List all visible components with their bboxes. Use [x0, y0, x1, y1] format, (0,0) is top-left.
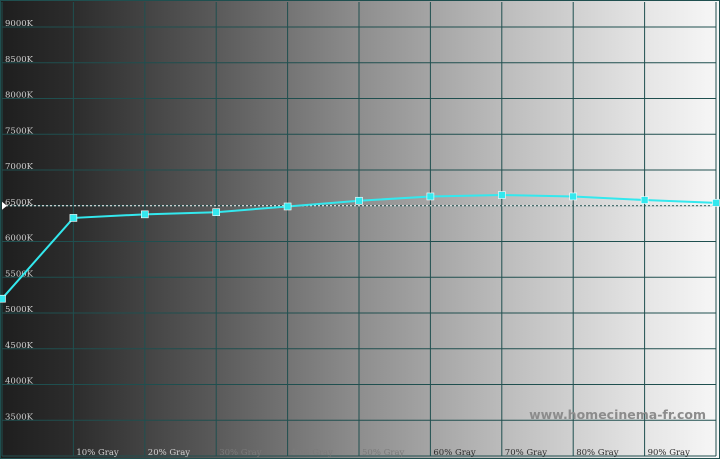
data-point: [355, 196, 363, 205]
y-tick-label: 5000K: [5, 305, 34, 315]
y-tick-label: 7000K: [5, 162, 34, 172]
y-tick-label: 7500K: [5, 126, 34, 136]
x-tick-label: 80% Gray: [576, 448, 619, 458]
y-tick-label: 9000K: [5, 19, 34, 29]
x-tick-labels: 10% Gray 20% Gray 30% Gray 40% Gray 50% Gray…: [76, 448, 690, 458]
data-point: [497, 191, 506, 199]
data-point: [569, 192, 578, 201]
plot-background: [0, 0, 720, 459]
y-tick-label: 3500K: [5, 412, 34, 422]
x-tick-label: 60% Gray: [433, 448, 476, 458]
x-tick-label: 50% Gray: [362, 448, 405, 458]
y-tick-label: 4000K: [5, 377, 34, 387]
data-point: [212, 208, 220, 216]
chart-svg: 9000K8500K8000K7500K7000K6500K6000K5500K…: [0, 0, 720, 459]
data-point: [0, 294, 6, 303]
data-point: [69, 214, 78, 222]
y-tick-label: 8000K: [5, 91, 34, 101]
y-tick-label: 8500K: [5, 55, 34, 65]
y-tick-label: 6000K: [5, 234, 34, 244]
x-tick-label: 20% Gray: [148, 448, 191, 458]
data-point: [712, 199, 720, 207]
data-point: [283, 202, 292, 211]
x-tick-label: 10% Gray: [76, 448, 119, 458]
data-point: [141, 210, 149, 219]
watermark: www.homecinema-fr.com: [529, 407, 706, 422]
x-tick-label: 90% Gray: [648, 448, 691, 458]
y-tick-label: 4500K: [5, 341, 34, 351]
x-tick-label: 70% Gray: [505, 448, 548, 458]
chart: 9000K 8500K 8000K 7500K 7000K 6500K 6000K 5500K…: [0, 0, 720, 459]
x-tick-label: 30% Gray: [219, 448, 262, 458]
x-tick-label: 40% Gray: [291, 448, 334, 458]
data-point: [640, 196, 649, 204]
data-point: [426, 192, 435, 201]
